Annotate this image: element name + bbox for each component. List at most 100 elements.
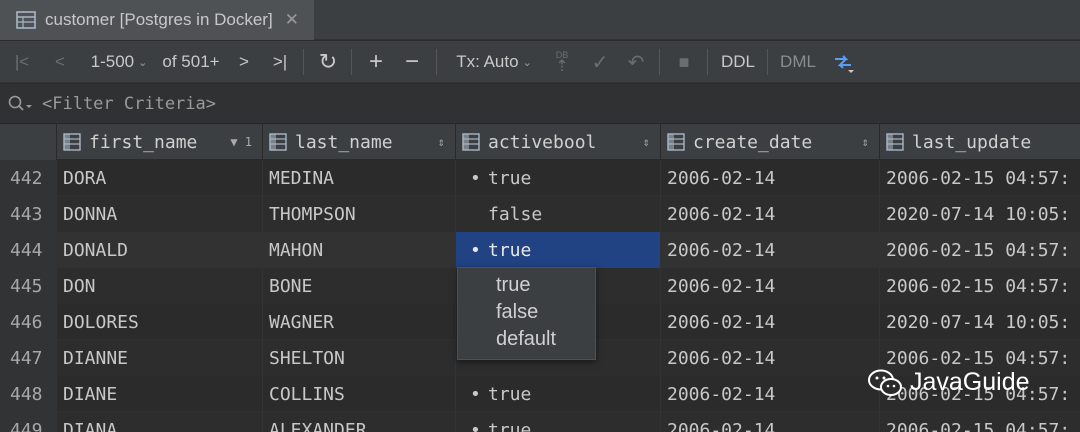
cell-create-date[interactable]: 2006-02-14 bbox=[661, 376, 880, 412]
column-name: last_name bbox=[295, 131, 393, 153]
cell-last-update[interactable]: 2020-07-14 10:05: bbox=[880, 304, 1080, 340]
arrow-up-icon: ⇡ bbox=[555, 57, 569, 75]
toolbar-divider bbox=[436, 49, 437, 75]
cell-last-name[interactable]: COLLINS bbox=[263, 376, 456, 412]
cell-activebool-editing[interactable]: • true bbox=[456, 232, 661, 268]
cell-first-name[interactable]: DIANE bbox=[57, 376, 263, 412]
grid-toolbar: |< < 1-500 ⌄ of 501+ > >| ↻ + − Tx: Auto… bbox=[0, 41, 1080, 83]
wechat-icon bbox=[868, 369, 902, 396]
cell-last-update[interactable]: 2006-02-15 04:57: bbox=[880, 232, 1080, 268]
toolbar-divider bbox=[659, 49, 660, 75]
table-row[interactable]: 442 DORA MEDINA • true 2006-02-14 2006-02… bbox=[0, 160, 1080, 196]
close-icon[interactable]: ✕ bbox=[285, 10, 299, 30]
rollback-button[interactable]: ↶ bbox=[622, 41, 650, 83]
column-name: activebool bbox=[488, 131, 597, 153]
cell-first-name[interactable]: DONNA bbox=[57, 196, 263, 232]
cell-value: true bbox=[488, 167, 532, 189]
toolbar-divider bbox=[767, 49, 768, 75]
sort-toggle-icon[interactable]: ⇕ bbox=[862, 135, 869, 149]
row-number-header bbox=[0, 124, 57, 160]
cell-value: true bbox=[488, 383, 532, 405]
cell-create-date[interactable]: 2006-02-14 bbox=[661, 160, 880, 196]
cell-first-name[interactable]: DORA bbox=[57, 160, 263, 196]
cell-first-name[interactable]: DIANA bbox=[57, 412, 263, 432]
cell-activebool[interactable]: • true bbox=[456, 412, 661, 432]
cell-create-date[interactable]: 2006-02-14 bbox=[661, 268, 880, 304]
dropdown-option-default[interactable]: default bbox=[458, 326, 595, 353]
cell-last-update[interactable]: 2006-02-15 04:57: bbox=[880, 412, 1080, 432]
column-header-last-update[interactable]: last_update bbox=[880, 124, 1080, 160]
cell-create-date[interactable]: 2006-02-14 bbox=[661, 232, 880, 268]
search-icon bbox=[8, 95, 32, 111]
dml-button[interactable]: DML bbox=[776, 41, 820, 83]
column-icon bbox=[462, 133, 480, 151]
watermark-text: JavaGuide bbox=[910, 368, 1030, 396]
tx-mode-select[interactable]: Tx: Auto ⌄ bbox=[450, 41, 538, 83]
table-row-selected[interactable]: 444 DONALD MAHON • true 2006-02-14 2006-0… bbox=[0, 232, 1080, 268]
cell-last-name[interactable]: THOMPSON bbox=[263, 196, 456, 232]
table-row[interactable]: 449 DIANA ALEXANDER • true 2006-02-14 200… bbox=[0, 412, 1080, 432]
cell-value: true bbox=[488, 419, 532, 432]
toolbar-divider bbox=[707, 49, 708, 75]
last-page-button[interactable]: >| bbox=[266, 41, 294, 83]
cell-last-name[interactable]: MEDINA bbox=[263, 160, 456, 196]
cell-last-name[interactable]: BONE bbox=[263, 268, 456, 304]
tab-title: customer [Postgres in Docker] bbox=[45, 10, 273, 29]
cell-last-name[interactable]: WAGNER bbox=[263, 304, 456, 340]
row-number: 443 bbox=[0, 196, 57, 232]
cell-first-name[interactable]: DIANNE bbox=[57, 340, 263, 376]
ddl-button[interactable]: DDL bbox=[716, 41, 760, 83]
compare-icon[interactable] bbox=[828, 41, 858, 83]
cell-last-name[interactable]: SHELTON bbox=[263, 340, 456, 376]
chevron-down-icon: ⌄ bbox=[138, 56, 148, 69]
submit-changes-button[interactable]: DB ⇡ bbox=[548, 41, 576, 83]
page-range-select[interactable]: 1-500 ⌄ bbox=[84, 41, 154, 83]
column-header-create-date[interactable]: create_date ⇕ bbox=[661, 124, 880, 160]
delete-row-button[interactable]: − bbox=[398, 41, 426, 83]
cell-first-name[interactable]: DON bbox=[57, 268, 263, 304]
cell-last-name[interactable]: ALEXANDER bbox=[263, 412, 456, 432]
chevron-down-icon: ⌄ bbox=[522, 56, 532, 69]
cell-activebool[interactable]: • true bbox=[456, 376, 661, 412]
row-number: 448 bbox=[0, 376, 57, 412]
cell-activebool[interactable]: • true bbox=[456, 160, 661, 196]
cell-create-date[interactable]: 2006-02-14 bbox=[661, 412, 880, 432]
cell-last-update[interactable]: 2020-07-14 10:05: bbox=[880, 196, 1080, 232]
tab-customer[interactable]: customer [Postgres in Docker] ✕ bbox=[0, 0, 314, 40]
filter-bar[interactable]: <Filter Criteria> bbox=[0, 84, 1080, 124]
cell-first-name[interactable]: DOLORES bbox=[57, 304, 263, 340]
stop-button[interactable]: ■ bbox=[670, 41, 698, 83]
refresh-button[interactable]: ↻ bbox=[314, 41, 342, 83]
toolbar-divider bbox=[351, 49, 352, 75]
sort-indicator[interactable]: ▼ 1 bbox=[230, 135, 252, 149]
tx-mode-label: Tx: Auto bbox=[456, 52, 519, 71]
row-count-label[interactable]: of 501+ bbox=[158, 41, 224, 83]
bullet-icon: • bbox=[470, 239, 481, 261]
cell-first-name[interactable]: DONALD bbox=[57, 232, 263, 268]
cell-last-name[interactable]: MAHON bbox=[263, 232, 456, 268]
column-name: first_name bbox=[89, 131, 198, 153]
filter-input[interactable]: <Filter Criteria> bbox=[42, 94, 216, 114]
column-icon bbox=[269, 133, 287, 151]
cell-create-date[interactable]: 2006-02-14 bbox=[661, 304, 880, 340]
cell-create-date[interactable]: 2006-02-14 bbox=[661, 196, 880, 232]
commit-button[interactable]: ✓ bbox=[586, 41, 614, 83]
row-number: 446 bbox=[0, 304, 57, 340]
cell-last-update[interactable]: 2006-02-15 04:57: bbox=[880, 268, 1080, 304]
dropdown-option-true[interactable]: true bbox=[458, 272, 595, 299]
bullet-icon: • bbox=[470, 167, 481, 189]
dropdown-option-false[interactable]: false bbox=[458, 299, 595, 326]
cell-activebool[interactable]: false bbox=[456, 196, 661, 232]
column-header-last-name[interactable]: last_name ⇕ bbox=[263, 124, 456, 160]
column-header-first-name[interactable]: first_name ▼ 1 bbox=[57, 124, 263, 160]
sort-toggle-icon[interactable]: ⇕ bbox=[438, 135, 445, 149]
table-row[interactable]: 443 DONNA THOMPSON false 2006-02-14 2020… bbox=[0, 196, 1080, 232]
first-page-button[interactable]: |< bbox=[8, 41, 36, 83]
sort-toggle-icon[interactable]: ⇕ bbox=[643, 135, 650, 149]
cell-last-update[interactable]: 2006-02-15 04:57: bbox=[880, 160, 1080, 196]
column-header-activebool[interactable]: activebool ⇕ bbox=[456, 124, 661, 160]
cell-create-date[interactable]: 2006-02-14 bbox=[661, 340, 880, 376]
add-row-button[interactable]: + bbox=[362, 41, 390, 83]
prev-page-button[interactable]: < bbox=[46, 41, 74, 83]
next-page-button[interactable]: > bbox=[230, 41, 258, 83]
